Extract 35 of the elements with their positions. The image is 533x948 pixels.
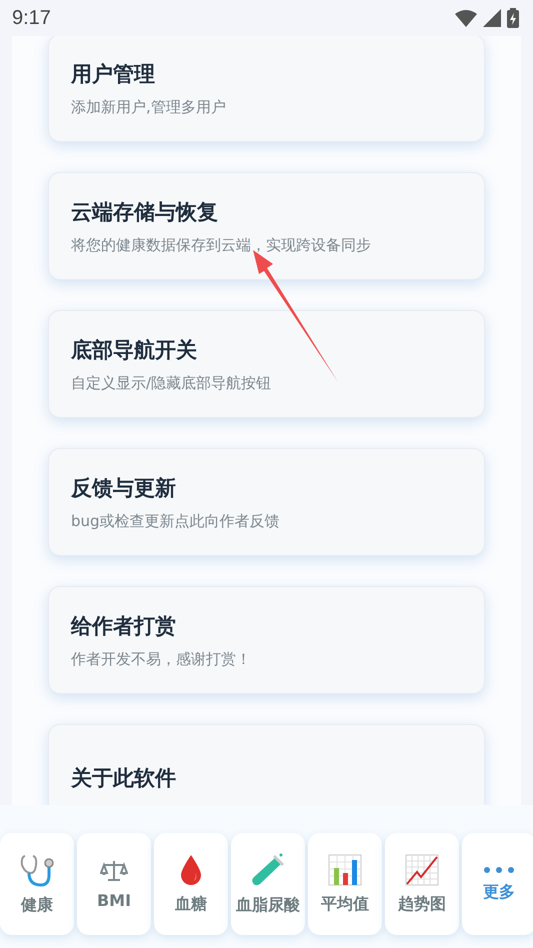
card-title: 云端存储与恢复 bbox=[71, 198, 219, 226]
nav-item[interactable]: 健康 bbox=[0, 833, 74, 935]
settings-card[interactable]: 给作者打赏 作者开发不易，感谢打赏！ bbox=[48, 586, 485, 694]
card-title: 给作者打赏 bbox=[71, 612, 177, 640]
battery-icon bbox=[507, 8, 519, 28]
blood-drop-icon bbox=[179, 854, 203, 886]
nav-item[interactable]: 更多 bbox=[462, 833, 533, 935]
bar-chart-icon bbox=[328, 854, 362, 886]
settings-card[interactable]: 底部导航开关 自定义显示/隐藏底部导航按钮 bbox=[48, 310, 485, 418]
status-time: 9:17 bbox=[12, 6, 51, 30]
card-subtitle: 自定义显示/隐藏底部导航按钮 bbox=[71, 374, 272, 392]
nav-item[interactable]: 趋势图 bbox=[385, 833, 459, 935]
nav-item[interactable]: 血脂尿酸 bbox=[231, 833, 305, 935]
settings-card[interactable]: 关于此软件 bbox=[48, 724, 485, 805]
card-title: 反馈与更新 bbox=[71, 474, 177, 502]
card-title: 关于此软件 bbox=[71, 765, 177, 792]
wifi-icon bbox=[455, 9, 477, 27]
more-icon bbox=[483, 866, 515, 874]
stethoscope-icon bbox=[19, 852, 55, 886]
card-subtitle: 作者开发不易，感谢打赏！ bbox=[71, 650, 252, 668]
scale-icon bbox=[100, 858, 128, 882]
card-title: 用户管理 bbox=[71, 60, 156, 88]
card-subtitle: bug或检查更新点此向作者反馈 bbox=[71, 512, 281, 530]
trend-chart-icon bbox=[405, 854, 439, 886]
test-tube-icon bbox=[250, 852, 286, 886]
nav-item[interactable]: 平均值 bbox=[308, 833, 382, 935]
nav-item[interactable]: BMI bbox=[77, 833, 151, 935]
signal-icon bbox=[483, 9, 501, 27]
settings-card[interactable]: 反馈与更新 bug或检查更新点此向作者反馈 bbox=[48, 448, 485, 556]
settings-card[interactable]: 云端存储与恢复 将您的健康数据保存到云端，实现跨设备同步 bbox=[48, 172, 485, 280]
card-subtitle: 将您的健康数据保存到云端，实现跨设备同步 bbox=[71, 236, 372, 254]
nav-item[interactable]: 血糖 bbox=[154, 833, 228, 935]
card-title: 底部导航开关 bbox=[71, 336, 198, 364]
card-subtitle: 添加新用户,管理多用户 bbox=[71, 98, 227, 116]
settings-card[interactable]: 用户管理 添加新用户,管理多用户 bbox=[48, 36, 485, 142]
